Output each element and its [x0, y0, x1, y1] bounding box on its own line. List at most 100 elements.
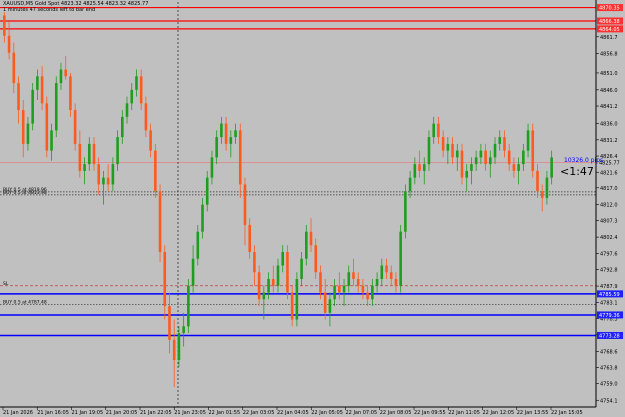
candle-body	[45, 103, 49, 151]
price-axis-label: 4768.6	[600, 349, 618, 355]
candle-body	[512, 164, 516, 171]
candle-body	[50, 130, 53, 151]
candle-body	[309, 231, 313, 246]
candle-body	[366, 292, 369, 300]
time-axis-label: 22 Jan 15:05	[551, 410, 583, 416]
candle-body	[371, 285, 374, 300]
price-tag-text: 4785.59	[599, 292, 620, 298]
time-axis-label: 21 Jan 23:05	[174, 410, 206, 416]
price-axis-label: 4861.7	[600, 35, 618, 41]
candle-body	[380, 265, 384, 279]
candle-body	[441, 137, 445, 151]
price-axis-label: 4851.0	[600, 71, 618, 77]
candle-body	[205, 177, 209, 205]
price-tag-text: 4779.36	[599, 313, 620, 319]
candle-body	[290, 292, 294, 320]
time-axis[interactable]: 21 Jan 2026 21 Jan 16:05 21 Jan 19:05 21 Ja…	[2, 407, 583, 416]
price-axis-label: 4754.1	[600, 398, 618, 404]
candle-body	[59, 69, 63, 84]
price-axis-label: 4763.8	[600, 366, 618, 372]
candle-body	[479, 150, 483, 158]
price-axis-label: 4787.9	[600, 284, 618, 290]
candle-body	[243, 184, 247, 225]
candle-body	[7, 35, 11, 53]
price-axis-label: 4807.3	[600, 219, 618, 225]
candle-body	[342, 285, 346, 293]
candle-body	[3, 15, 6, 36]
price-axis-label: 4802.4	[600, 235, 618, 241]
candle-body	[418, 164, 421, 171]
candle-body	[191, 258, 195, 286]
candle-body	[83, 164, 86, 171]
candle-body	[276, 265, 280, 286]
candle-body	[422, 164, 426, 171]
candle-body	[262, 292, 266, 300]
price-tag-text: 4864.05	[599, 27, 620, 33]
chart-header: XAUUSD,M5 Gold Spot 4823.32 4825.54 4823…	[3, 1, 148, 13]
price-axis[interactable]: 4861.7 4856.8 4851.0 4846.0 4841.2 4836.0 4831…	[596, 35, 618, 404]
candle-body	[182, 326, 185, 334]
candle-body	[323, 292, 327, 313]
price-axis-label: 4831.2	[600, 138, 618, 144]
candle-body	[465, 170, 469, 178]
trading-chart-window[interactable]: BUY 0.5 at 4819.96 BUY 0.5 at 4813.98 SL BU…	[0, 0, 625, 417]
candle-body	[507, 150, 511, 165]
candle-body	[314, 245, 318, 273]
price-axis-label: 4846.0	[600, 88, 618, 94]
candle-body	[210, 157, 214, 178]
candle-body	[36, 76, 39, 90]
candle-body	[257, 272, 261, 300]
candle-body	[201, 204, 204, 232]
candle-body	[154, 150, 157, 192]
candle-body	[484, 150, 487, 165]
candle-body	[333, 285, 336, 300]
candle-body	[526, 130, 530, 151]
candle-body	[470, 164, 473, 171]
time-axis-label: 22 Jan 13:55	[517, 410, 549, 416]
candle-body	[253, 251, 256, 273]
candle-body	[281, 251, 285, 266]
candle-body	[135, 76, 138, 90]
price-chart[interactable]: BUY 0.5 at 4819.96BUY 0.5 at 4813.98SLBU…	[0, 0, 625, 417]
candle-body	[229, 137, 233, 144]
price-axis-label: 4759.0	[600, 382, 618, 388]
candle-body	[234, 130, 237, 138]
price-tag-text: 4870.35	[599, 6, 620, 12]
time-axis-label: 22 Jan 04:05	[277, 410, 309, 416]
candle-body	[352, 272, 355, 279]
candle-body	[517, 164, 520, 171]
time-axis-label: 22 Jan 12:05	[483, 410, 515, 416]
candle-body	[26, 123, 30, 144]
candle-body	[399, 231, 402, 286]
candle-body	[40, 76, 44, 104]
candle-body	[460, 150, 464, 178]
candle-body	[361, 285, 365, 293]
order-label: BUY 0.5 at 4813.98	[3, 190, 47, 196]
order-label: BUY 0.5 at 4787.48	[3, 299, 47, 305]
price-axis-label: 4812.0	[600, 203, 618, 209]
candle-body	[531, 130, 535, 171]
candle-body	[394, 278, 398, 286]
time-axis-label: 22 Jan 01:55	[209, 410, 241, 416]
candle-body	[21, 110, 25, 144]
time-axis-label: 22 Jan 05:05	[311, 410, 343, 416]
candle-body	[215, 137, 218, 158]
price-axis-label: 4792.8	[600, 268, 618, 274]
price-axis-label: 4836.0	[600, 122, 618, 128]
candle-body	[295, 278, 299, 320]
candle-body	[404, 191, 407, 232]
price-axis-label: 4821.6	[600, 170, 618, 176]
candle-body	[489, 157, 492, 165]
candle-body	[130, 89, 134, 104]
candle-body	[111, 164, 115, 185]
candle-body	[413, 164, 417, 178]
candle-body	[144, 103, 148, 131]
time-axis-label: 21 Jan 16:05	[37, 410, 69, 416]
candle-body	[78, 143, 82, 171]
candle-body	[498, 137, 502, 144]
candle-body	[540, 191, 544, 198]
candle-body	[328, 299, 332, 313]
candle-body	[69, 76, 72, 111]
candle-body	[267, 278, 270, 293]
candle-body	[474, 157, 478, 165]
